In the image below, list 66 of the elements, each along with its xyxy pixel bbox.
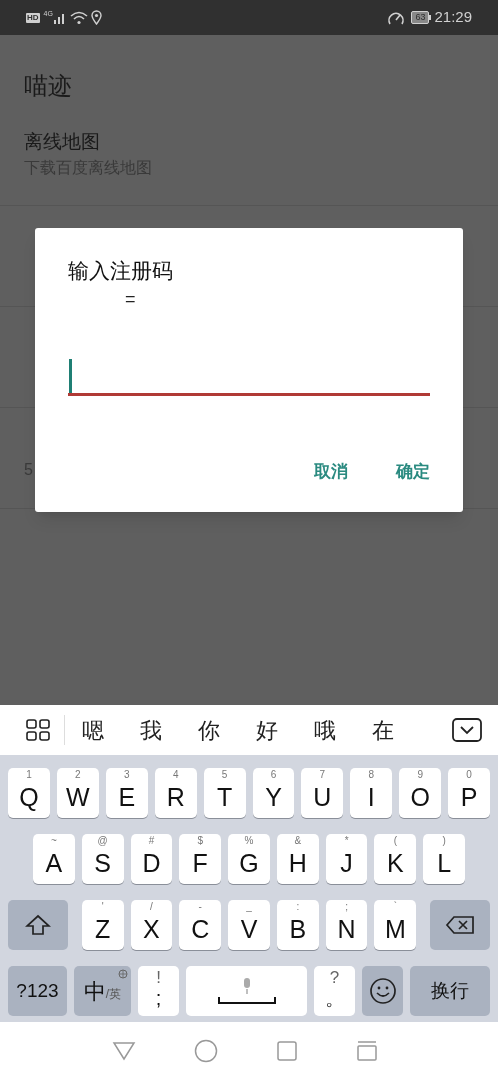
screen-title: 喵迹: [24, 71, 73, 101]
keyboard-key[interactable]: : B: [276, 900, 319, 950]
keyboard-key[interactable]: 6 Y: [252, 768, 295, 818]
back-icon: [112, 1041, 136, 1061]
location-icon: [90, 10, 102, 25]
language-key[interactable]: 中/英: [74, 966, 131, 1016]
keyboard-key[interactable]: _ V: [228, 900, 270, 950]
registration-code-field[interactable]: [68, 358, 430, 396]
globe-icon: [118, 969, 128, 979]
setting-title: 离线地图: [24, 130, 100, 154]
keyboard-key[interactable]: 2 W: [56, 768, 99, 818]
keyboard-key[interactable]: 7 U: [301, 768, 344, 818]
shift-icon: [24, 914, 51, 936]
smiley-icon: [368, 977, 397, 1005]
keyboard-key[interactable]: - C: [179, 900, 222, 950]
space-bar-icon: [217, 996, 276, 1004]
hd-badge: HD: [26, 12, 40, 23]
keyboard-key[interactable]: 0 P: [448, 768, 491, 818]
candidate-word[interactable]: 在: [372, 713, 394, 747]
candidate-word[interactable]: 哦: [314, 713, 336, 747]
keyboard-key[interactable]: / X: [130, 900, 173, 950]
keyboard-key[interactable]: @ S: [81, 834, 124, 884]
backspace-key[interactable]: [430, 900, 490, 950]
keyboard-key[interactable]: ` M: [374, 900, 417, 950]
wifi-icon: [69, 10, 88, 25]
shift-key[interactable]: [8, 900, 68, 950]
keyboard-key[interactable]: 4 R: [154, 768, 197, 818]
keyboard-key[interactable]: * J: [325, 834, 368, 884]
backspace-icon: [445, 915, 476, 935]
keyboard-key[interactable]: ' Z: [81, 900, 124, 950]
candidate-word[interactable]: 嗯: [82, 713, 104, 747]
punctuation-key[interactable]: ? 。: [314, 966, 355, 1016]
keyboard-key[interactable]: 8 I: [350, 768, 393, 818]
punctuation-key[interactable]: ! ;: [138, 966, 179, 1016]
home-icon: [194, 1039, 218, 1063]
emoji-key[interactable]: [362, 966, 403, 1016]
space-key[interactable]: [186, 966, 307, 1016]
keyboard-key[interactable]: % G: [228, 834, 270, 884]
keyboard-key[interactable]: $ F: [179, 834, 222, 884]
candidate-word[interactable]: 你: [198, 713, 220, 747]
keyboard-key[interactable]: ( K: [374, 834, 417, 884]
dialog-button[interactable]: 确定: [396, 460, 430, 484]
keyboard-key[interactable]: ~ A: [33, 834, 75, 884]
dialog-button[interactable]: 取消: [314, 460, 348, 484]
recents-icon: [276, 1040, 298, 1062]
battery-level: 63: [411, 11, 430, 24]
symbols-key[interactable]: ?123: [8, 966, 67, 1016]
notification-icon: [356, 1040, 378, 1062]
keyboard-key[interactable]: ) L: [423, 834, 466, 884]
keyboard-key[interactable]: 1 Q: [8, 768, 50, 818]
grid-icon: [26, 719, 50, 741]
collapse-icon: [452, 718, 482, 742]
microphone-icon: [241, 978, 252, 994]
enter-key[interactable]: 换行: [410, 966, 490, 1016]
signal-icon: [52, 11, 67, 24]
keyboard-key[interactable]: 3 E: [105, 768, 148, 818]
keyboard-key[interactable]: 5 T: [203, 768, 246, 818]
clock-time: 21:29: [434, 7, 472, 28]
keyboard-key[interactable]: # D: [130, 834, 173, 884]
keyboard-key[interactable]: 9 O: [399, 768, 442, 818]
candidate-word[interactable]: 好: [256, 713, 278, 747]
candidate-word[interactable]: 我: [140, 713, 162, 747]
dialog-message: =: [125, 290, 136, 308]
dialog-title: 输入注册码: [68, 258, 173, 284]
keyboard-key[interactable]: & H: [276, 834, 319, 884]
keyboard-key[interactable]: ; N: [325, 900, 368, 950]
